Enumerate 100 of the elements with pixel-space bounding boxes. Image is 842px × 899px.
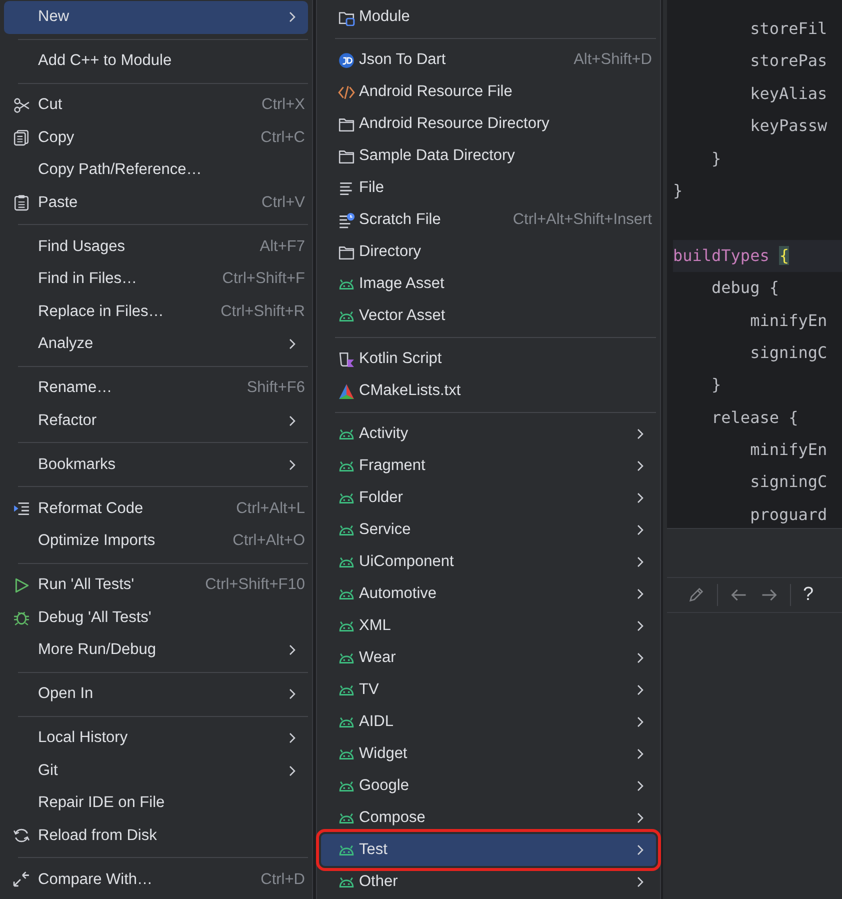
code-line: signingC [749,342,828,364]
chevron-icon [288,414,296,427]
reload-icon [12,827,30,844]
menu-item[interactable]: Image Asset [321,268,656,300]
menu-item[interactable]: Open In [4,678,308,710]
menu-item[interactable]: Git [4,754,308,787]
chevron-icon [288,764,296,777]
menu-item[interactable]: TV [321,674,656,706]
menu-item[interactable]: Directory [321,236,656,268]
code-line: } [710,148,722,170]
menu-item[interactable]: Folder [321,482,656,514]
menu-item[interactable]: Activity [321,418,656,450]
tricolor-triangle-icon [338,382,355,400]
shortcut-hint: Alt+F7 [260,238,305,256]
menu-item[interactable]: Local History [4,722,308,754]
menu-item[interactable]: New [4,1,308,34]
menu-item[interactable]: Find Usages Alt+F7 [4,230,308,263]
menu-item[interactable]: Rename… Shift+F6 [4,372,308,404]
shortcut-hint: Ctrl+Shift+F10 [205,576,305,594]
chevron-icon [636,428,644,440]
code-editor[interactable]: storeFil storePas keyAlias keyPassw } } buildTypes { debug { minifyEn signingC } release { minifyEn signingC proguard [667,0,842,528]
menu-item[interactable]: Wear [321,642,656,674]
menu-item[interactable]: XML [321,610,656,642]
menu-item[interactable]: UiComponent [321,546,656,578]
chevron-icon [288,11,296,24]
menu-item[interactable]: Analyze [4,328,308,360]
code-line: storeFil [749,18,828,40]
menu-item[interactable]: Compare With… Ctrl+D [4,864,308,896]
menu-item[interactable]: Google [321,770,656,802]
chevron-icon [636,780,644,792]
menu-item[interactable]: Reformat Code Ctrl+Alt+L [4,492,308,525]
chevron-icon [636,876,644,888]
menu-item[interactable]: CMakeLists.txt [321,375,656,407]
chevron-icon [636,460,644,472]
menu-item[interactable]: Android Resource Directory [321,108,656,140]
chevron-icon [636,620,644,632]
code-line: proguard [749,504,828,526]
menu-item[interactable]: Sample Data Directory [321,140,656,172]
code-line: } [673,180,684,202]
shortcut-hint: Ctrl+Alt+Shift+Insert [512,211,652,229]
chevron-icon [288,338,296,350]
menu-item[interactable]: Run 'All Tests' Ctrl+Shift+F10 [4,569,308,602]
menu-item[interactable]: Copy Path/Reference… [4,154,308,186]
shortcut-hint: Alt+Shift+D [574,51,652,69]
menu-item[interactable]: Find in Files… Ctrl+Shift+F [4,263,308,296]
indent-lines-icon [12,500,30,518]
menu-item[interactable]: Cut Ctrl+X [4,89,308,122]
menu-item[interactable]: Paste Ctrl+V [4,186,308,219]
menu-item[interactable]: Compose [321,802,656,834]
menu-item[interactable]: Optimize Imports Ctrl+Alt+O [4,525,308,558]
shortcut-hint: Ctrl+V [262,194,305,212]
menu-item[interactable]: Vector Asset [321,300,656,332]
menu-item[interactable]: Repair IDE on File [4,787,308,820]
chevron-icon [636,652,644,664]
menu-item[interactable]: Other [321,866,656,898]
round-badge-icon [338,52,355,68]
menu-item[interactable]: More Run/Debug [4,634,308,666]
menu-item[interactable]: Kotlin Script [321,343,656,375]
compare-arrows-icon [12,871,30,888]
menu-item[interactable]: Refactor [4,404,308,437]
menu-item[interactable]: Widget [321,738,656,770]
menu-item[interactable]: Debug 'All Tests' [4,602,308,634]
lines-clock-icon [338,212,355,228]
chevron-icon [636,748,644,760]
help-button[interactable]: ? [803,584,814,606]
shortcut-hint: Ctrl+D [260,870,305,889]
shortcut-hint: Ctrl+Alt+O [232,532,305,550]
menu-item[interactable]: Replace in Files… Ctrl+Shift+R [4,296,308,328]
shortcut-hint: Ctrl+Shift+F [222,270,305,288]
chevron-icon [636,556,644,568]
menu-item[interactable]: Json To Dart Alt+Shift+D [321,44,656,76]
menu-item[interactable]: Test [321,834,656,866]
chevron-icon [636,684,644,696]
code-line: minifyEn [749,439,828,462]
shortcut-hint: Ctrl+Alt+L [236,500,305,518]
chevron-icon [636,812,644,824]
menu-item[interactable]: Copy Ctrl+C [4,122,308,154]
code-line: release { [710,406,800,429]
script-scroll-icon [338,350,355,368]
menu-item[interactable]: Service [321,514,656,546]
menu-item[interactable]: Reload from Disk [4,820,308,852]
chevron-icon [636,588,644,600]
menu-item[interactable]: Fragment [321,450,656,482]
menu-item[interactable]: Add C++ to Module [4,45,308,78]
menu-item[interactable]: AIDL [321,706,656,738]
code-line: keyPassw [749,115,828,138]
menu-item[interactable]: Automotive [321,578,656,610]
text-lines-icon [338,180,355,196]
menu-item[interactable]: Scratch File Ctrl+Alt+Shift+Insert [321,204,656,236]
folder-icon [338,244,355,260]
code-line: signingC [749,471,828,494]
clipboard-icon [12,194,30,212]
chevron-icon [636,716,644,728]
code-line: minifyEn [749,310,828,332]
menu-item[interactable]: File [321,172,656,204]
chevron-icon [288,732,296,744]
menu-item[interactable]: Android Resource File [321,76,656,108]
menu-item[interactable]: Module [321,1,656,33]
code-line: storePas [749,50,828,72]
menu-item[interactable]: Bookmarks [4,448,308,481]
